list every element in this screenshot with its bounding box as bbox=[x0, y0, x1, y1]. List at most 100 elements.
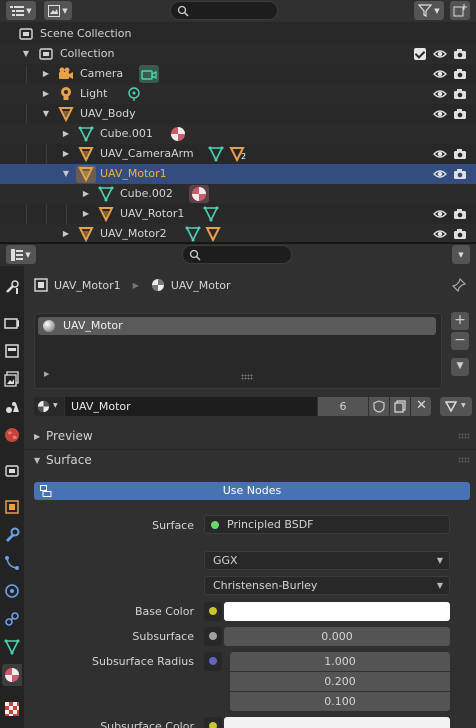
material-button[interactable] bbox=[189, 185, 209, 203]
remove-slot-button[interactable]: − bbox=[451, 332, 469, 350]
camera-data-button[interactable] bbox=[139, 65, 159, 83]
eye-icon[interactable] bbox=[433, 87, 447, 101]
outliner-row-cube-002[interactable]: ▶ Cube.002 bbox=[0, 184, 476, 204]
tab-output[interactable] bbox=[2, 340, 22, 362]
subsurface-value-field[interactable]: 0.000 bbox=[224, 627, 450, 646]
render-camera-icon[interactable] bbox=[453, 107, 467, 121]
tab-view-layer[interactable] bbox=[2, 368, 22, 390]
tab-tool[interactable] bbox=[2, 276, 22, 298]
render-camera-icon[interactable] bbox=[453, 67, 467, 81]
options-button[interactable]: ▼ bbox=[452, 245, 470, 264]
expand-arrow-icon[interactable]: ▶ bbox=[41, 88, 51, 100]
tab-modifiers[interactable] bbox=[2, 524, 22, 546]
render-camera-icon[interactable] bbox=[453, 227, 467, 241]
surface-shader-field[interactable]: Principled BSDF bbox=[204, 515, 450, 534]
outliner-search-input[interactable] bbox=[170, 1, 278, 20]
material-link-button[interactable]: ▼ bbox=[440, 397, 472, 416]
slot-specials-button[interactable]: ▼ bbox=[451, 358, 469, 376]
expand-arrow-icon[interactable]: ▼ bbox=[41, 108, 51, 120]
expand-arrow-icon[interactable]: ▼ bbox=[21, 48, 31, 60]
subsurface-radius-y-field[interactable]: 0.200 bbox=[230, 672, 450, 691]
eye-icon[interactable] bbox=[433, 227, 447, 241]
outliner-row-light[interactable]: ▶ Light bbox=[0, 84, 476, 104]
expand-arrow-icon[interactable]: ▶ bbox=[61, 128, 71, 140]
tab-scene[interactable] bbox=[2, 396, 22, 418]
tab-physics[interactable] bbox=[2, 580, 22, 602]
outliner-row-collection[interactable]: ▼ Collection bbox=[0, 44, 476, 64]
outliner-row-uav-motor1[interactable]: ▼ UAV_Motor1 bbox=[0, 164, 476, 184]
eye-icon[interactable] bbox=[433, 167, 447, 181]
outliner-row-camera[interactable]: ▶ Camera bbox=[0, 64, 476, 84]
outliner-row-uav-cameraarm[interactable]: ▶ UAV_CameraArm 2 bbox=[0, 144, 476, 164]
expand-arrow-icon[interactable]: ▶ bbox=[81, 188, 91, 200]
eye-icon[interactable] bbox=[433, 147, 447, 161]
subsurface-color-socket-button[interactable] bbox=[204, 717, 222, 728]
eye-icon[interactable] bbox=[433, 107, 447, 121]
add-slot-button[interactable]: + bbox=[451, 312, 469, 330]
light-data-icon[interactable] bbox=[126, 86, 142, 102]
fake-user-button[interactable] bbox=[369, 397, 389, 416]
subsurface-radius-socket-button[interactable] bbox=[204, 652, 222, 671]
tab-world[interactable] bbox=[2, 424, 22, 446]
tab-constraints[interactable] bbox=[2, 608, 22, 630]
tab-texture[interactable] bbox=[2, 698, 22, 720]
subsurface-radius-x-field[interactable]: 1.000 bbox=[230, 652, 450, 671]
subsurface-method-select[interactable]: Christensen-Burley ▼ bbox=[204, 576, 450, 595]
subsurface-radius-z-field[interactable]: 0.100 bbox=[230, 692, 450, 711]
tab-render[interactable] bbox=[2, 312, 22, 334]
subsurface-color-swatch[interactable] bbox=[224, 717, 450, 728]
unlink-material-button[interactable]: ✕ bbox=[411, 397, 431, 416]
outliner-row-cube-001[interactable]: ▶ Cube.001 bbox=[0, 124, 476, 144]
expand-arrow-icon[interactable]: ▼ bbox=[61, 168, 71, 180]
outliner-row-uav-rotor1[interactable]: ▶ UAV_Rotor1 bbox=[0, 204, 476, 224]
list-filter-arrow-icon[interactable]: ▶ bbox=[44, 370, 49, 378]
expand-arrow-icon[interactable]: ▶ bbox=[81, 208, 91, 220]
mesh-data-icon[interactable] bbox=[208, 146, 224, 162]
eye-icon[interactable] bbox=[433, 67, 447, 81]
editor-type-button[interactable]: ▼ bbox=[6, 1, 36, 20]
new-collection-button[interactable] bbox=[450, 1, 470, 20]
tab-collection[interactable] bbox=[2, 460, 22, 482]
tab-data[interactable] bbox=[2, 636, 22, 658]
render-camera-icon[interactable] bbox=[453, 87, 467, 101]
display-mode-button[interactable]: ▼ bbox=[44, 1, 72, 20]
mesh-data-icon[interactable] bbox=[185, 226, 201, 242]
render-camera-icon[interactable] bbox=[453, 47, 467, 61]
distribution-select[interactable]: GGX ▼ bbox=[204, 551, 450, 570]
filter-button[interactable]: ▼ bbox=[414, 1, 444, 20]
surface-panel-header[interactable]: ▼ Surface bbox=[24, 448, 476, 472]
material-name-field[interactable]: UAV_Motor bbox=[65, 397, 317, 416]
duplicate-material-button[interactable] bbox=[390, 397, 410, 416]
properties-search-input[interactable] bbox=[182, 245, 292, 264]
tab-material[interactable] bbox=[2, 664, 22, 686]
subsurface-socket-button[interactable] bbox=[204, 627, 222, 646]
expand-arrow-icon[interactable]: ▶ bbox=[61, 148, 71, 160]
preview-panel-header[interactable]: ▶ Preview bbox=[24, 424, 476, 448]
render-camera-icon[interactable] bbox=[453, 147, 467, 161]
outliner-row-uav-motor2[interactable]: ▶ UAV_Motor2 bbox=[0, 224, 476, 242]
expand-arrow-icon[interactable]: ▶ bbox=[41, 68, 51, 80]
browse-material-button[interactable]: ▼ bbox=[34, 397, 64, 416]
base-color-socket-button[interactable] bbox=[204, 602, 222, 621]
eye-icon[interactable] bbox=[433, 47, 447, 61]
outliner-row-scene-collection[interactable]: Scene Collection bbox=[0, 24, 476, 44]
eye-icon[interactable] bbox=[433, 207, 447, 221]
drag-handle-icon[interactable] bbox=[458, 433, 470, 439]
material-slot[interactable]: UAV_Motor bbox=[38, 317, 436, 335]
mesh-data-icon[interactable] bbox=[203, 206, 219, 222]
drag-handle-icon[interactable] bbox=[458, 457, 470, 463]
pin-icon[interactable] bbox=[452, 278, 466, 292]
tab-particles[interactable] bbox=[2, 552, 22, 574]
editor-type-button[interactable]: ▼ bbox=[6, 245, 36, 264]
use-nodes-button[interactable]: Use Nodes bbox=[34, 482, 470, 500]
material-icon[interactable] bbox=[170, 126, 186, 142]
tab-object[interactable] bbox=[2, 496, 22, 518]
user-count-button[interactable]: 6 bbox=[318, 397, 368, 416]
render-camera-icon[interactable] bbox=[453, 167, 467, 181]
material-slot-list[interactable]: UAV_Motor ▶ bbox=[34, 313, 442, 389]
render-camera-icon[interactable] bbox=[453, 207, 467, 221]
exclude-checkbox[interactable] bbox=[414, 48, 426, 60]
base-color-swatch[interactable] bbox=[224, 602, 450, 621]
outliner-row-uav-body[interactable]: ▼ UAV_Body bbox=[0, 104, 476, 124]
resize-grip-icon[interactable] bbox=[241, 374, 253, 380]
